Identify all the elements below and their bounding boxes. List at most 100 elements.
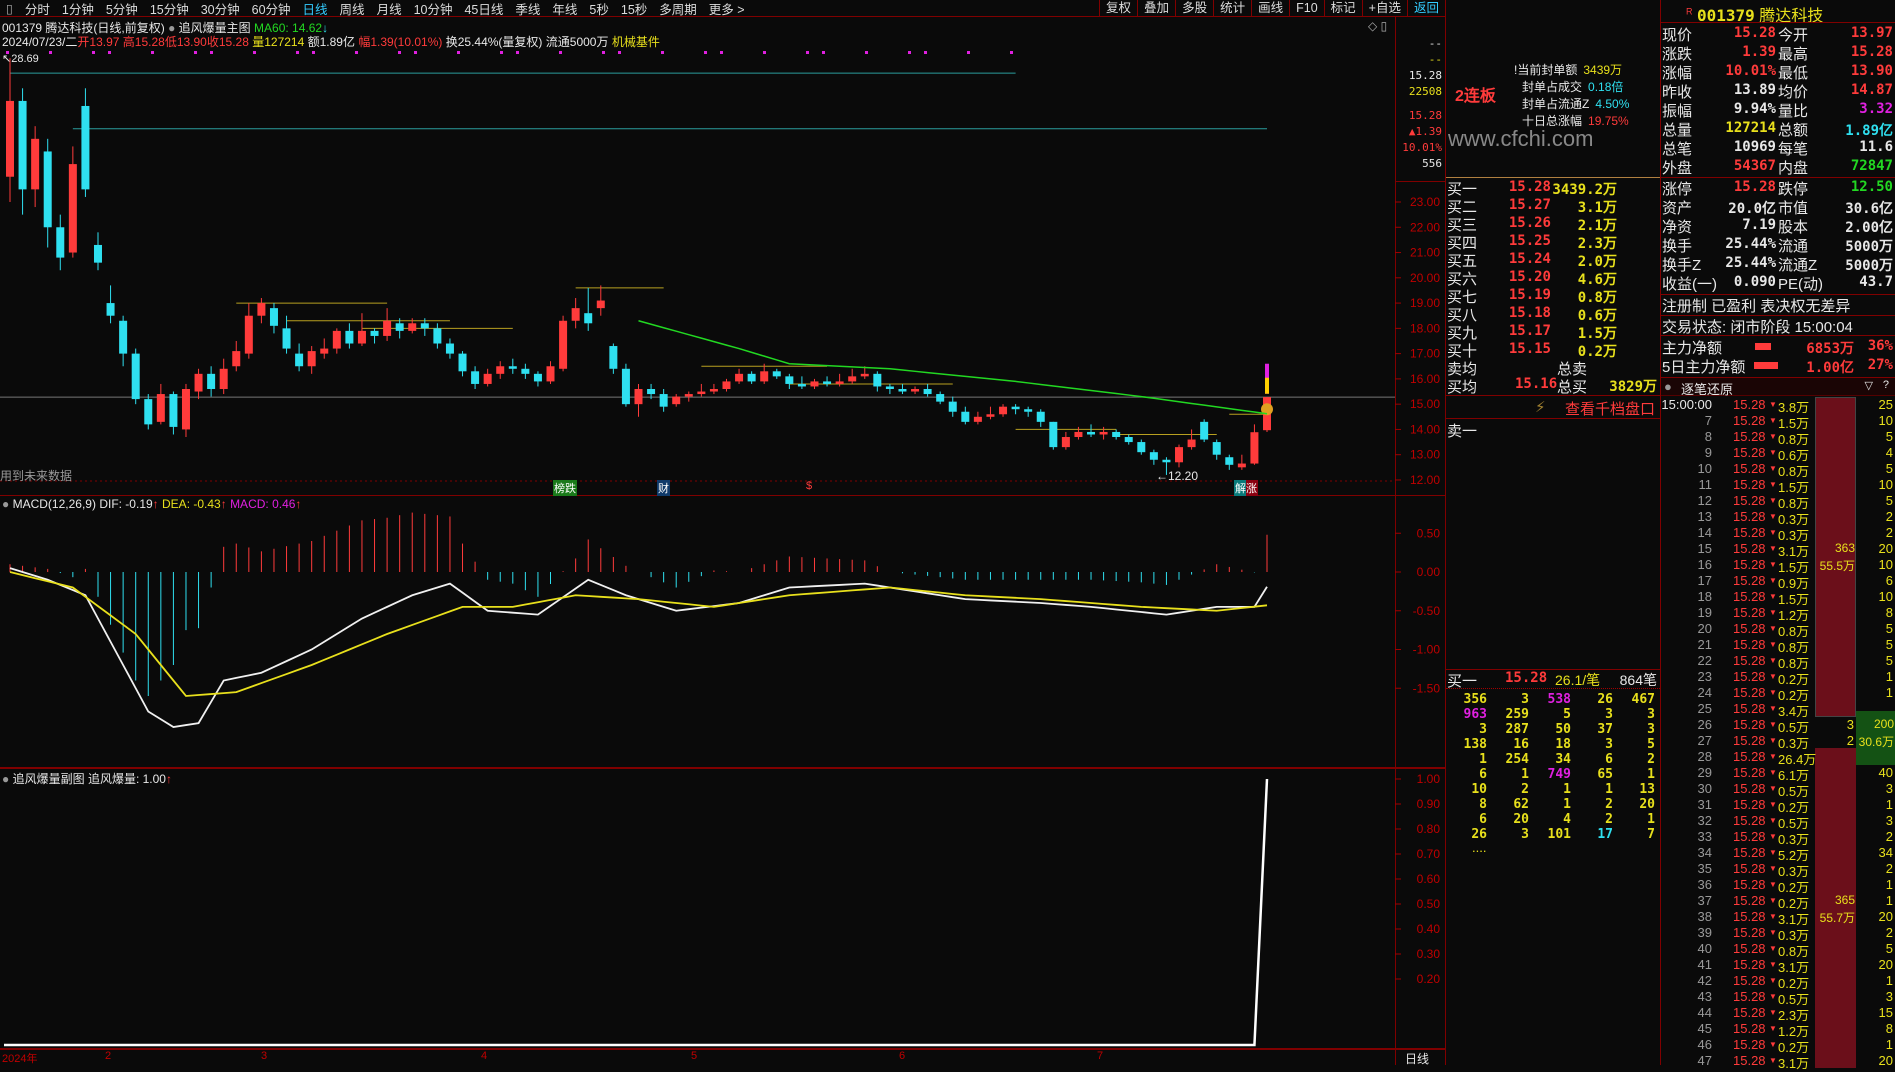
bid-level[interactable]: 买十 15.15 0.2万 [1447,340,1659,360]
signal-dot [1010,51,1013,54]
quote-value: 1.89亿 [1845,123,1893,139]
tick-time: 35 [1697,861,1712,876]
tick-price: 15.28 [1733,605,1766,620]
period-label[interactable]: 日线 [1405,1050,1429,1067]
bid-level[interactable]: 买八 15.18 0.6万 [1447,304,1659,324]
tick-count: 5 [1885,941,1893,956]
queue-cell: 1 [1479,752,1487,767]
tick-price: 15.28 [1733,525,1766,540]
tick-price: 15.28 [1733,637,1766,652]
candle-body [559,320,568,369]
sell-arrow-icon: ▼ [1769,880,1777,889]
bid-level[interactable]: 买四 15.25 2.3万 [1447,232,1659,252]
queue-cell: 6 [1479,767,1487,782]
collapse-icon[interactable]: ● [2,772,9,786]
candle-body [181,388,190,430]
candle-body [1250,432,1259,464]
tick-row: 24 15.28 ▼ 0.2万 1 [1662,685,1894,703]
marker-bangdie[interactable]: 榜跌 [553,480,577,496]
level-price: 15.27 [1508,197,1551,213]
candle-body [106,303,115,316]
sell-arrow-icon: ▼ [1769,640,1777,649]
price-tick-label: 23.00 [1410,195,1440,209]
sell-arrow-icon: ▼ [1769,944,1777,953]
signal-dot [355,51,358,54]
candle-body [948,401,957,412]
bid-level[interactable]: 买五 15.24 2.0万 [1447,250,1659,270]
bid-level[interactable]: 买六 15.20 4.6万 [1447,268,1659,288]
queue-cell: 467 [1631,692,1655,707]
sell-arrow-icon: ▼ [1769,592,1777,601]
tick-time: 19 [1697,605,1712,620]
filter-icon[interactable]: ▽ [1865,379,1873,392]
tick-price: 15.28 [1733,829,1766,844]
sub-title[interactable]: 追风爆量副图 [13,772,85,786]
bid-level[interactable]: 买三 15.26 2.1万 [1447,214,1659,234]
tick-time: 12 [1697,493,1712,508]
up-arrow-icon: ↑ [165,772,172,786]
collapse-icon[interactable]: ● [1664,379,1672,394]
bid-level[interactable]: 买二 15.27 3.1万 [1447,196,1659,216]
quote-label: 总额 [1778,122,1809,139]
block-amount: 55.7万 [1819,911,1855,925]
signal-dot [194,51,197,54]
queue-cell: 26 [1597,692,1613,707]
tick-count: 8 [1885,1021,1893,1036]
signal-dot [661,51,664,54]
tick-time: 18 [1697,589,1712,604]
queue-cell: 2 [1521,782,1529,797]
marker-finance[interactable]: 财 [657,480,670,496]
tick-row: 30 15.28 ▼ 0.5万 3 [1662,781,1894,799]
tick-row: 13 15.28 ▼ 0.3万 2 [1662,509,1894,527]
macd-title[interactable]: MACD(12,26,9) [13,497,96,511]
bid-level[interactable]: 买七 15.19 0.8万 [1447,286,1659,306]
candle-body [684,394,693,397]
tick-volume: 3.1万 [1778,1056,1810,1071]
main-net-row: 主力净额 6853万 36% [1662,337,1894,357]
pb-b: -- [1428,53,1442,66]
price-tick-label: 22.00 [1410,220,1440,234]
limit-info-value: 19.75% [1588,114,1629,128]
tick-price: 15.28 [1733,845,1766,860]
quote-row: 涨幅 10.01% 最低 13.90 [1662,62,1894,82]
signal-dot [806,51,809,54]
limit-info-value: 0.18倍 [1588,80,1624,94]
future-data-note: 用到未来数据 [0,469,73,483]
tick-time: 41 [1697,957,1712,972]
signal-dot [967,51,970,54]
bid-level[interactable]: 买一 15.28 3439.2万 [1447,178,1659,198]
tick-list-title: 逐笔还原 [1681,382,1734,397]
sector-link[interactable]: 机械基件 [612,35,660,49]
quote-value: 10969 [1733,139,1776,155]
candle-body [1036,411,1045,422]
thousand-level-link[interactable]: 查看千档盘口 [1565,398,1655,419]
quote-value: 9.94% [1733,101,1776,117]
candle-body [973,416,982,422]
min-price-value: 12.20 [1168,469,1199,483]
bid-level[interactable]: 买九 15.17 1.5万 [1447,322,1659,342]
limit-info-row: 封单占流通Z 4.50% [1522,95,1629,112]
tick-count: 1 [1885,797,1893,812]
kline-chart[interactable]: 23.0022.0021.0020.0019.0018.0017.0016.00… [0,0,1445,1065]
quote-row: 换手Z 25.44% 流通Z 5000万 [1662,254,1894,274]
quote-value: 13.97 [1850,25,1893,41]
signal-dot [822,51,825,54]
help-icon[interactable]: ? [1883,379,1889,391]
tick-count: 10 [1878,413,1893,428]
marker-dollar[interactable]: $ [806,480,812,492]
quote-label: 收益(一) [1662,276,1717,293]
queue-more[interactable]: .... [1472,840,1486,855]
diamond-icon[interactable]: ◇ ▯ [1368,19,1387,33]
marker-unlock[interactable]: 解涨 [1234,480,1258,496]
buy-avg-label: 买均 [1447,379,1478,396]
quote-label: 总量 [1662,122,1693,139]
price-tick-label: 14.00 [1410,422,1440,436]
queue-cell: 3 [1647,707,1655,722]
tick-price: 15.28 [1733,861,1766,876]
collapse-icon[interactable]: ● [2,497,9,511]
candle-body [521,368,530,374]
candle-body [609,346,618,369]
tick-count: 20 [1878,909,1893,924]
queue-cell: 356 [1463,692,1487,707]
ask1-label: 卖一 [1447,423,1478,440]
